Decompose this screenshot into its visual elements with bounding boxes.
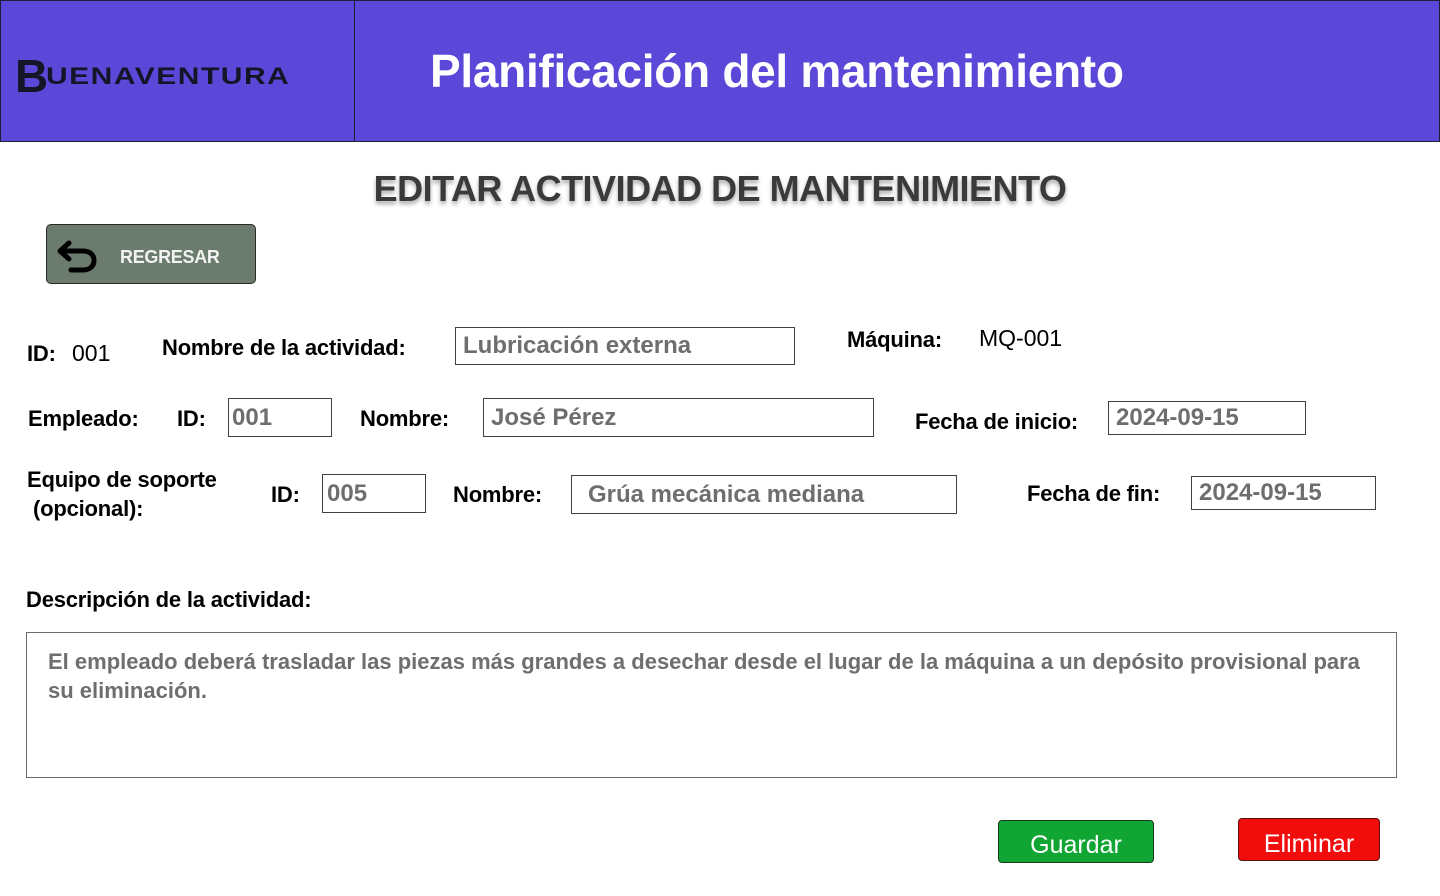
support-name-label: Nombre: [453,482,543,507]
logo-text: UENAVENTURA [46,63,291,90]
page-title: EDITAR ACTIVIDAD DE MANTENIMIENTO [373,168,1067,209]
company-logo[interactable]: B UENAVENTURA [15,53,335,99]
start-date-label: Fecha de inicio: [915,409,1079,434]
support-label-line1: Equipo de soporte [27,467,217,492]
employee-id-label: ID: [177,406,206,431]
support-label-line2: (opcional): [33,496,144,521]
activity-name-input[interactable] [455,327,795,365]
employee-name-label: Nombre: [360,406,450,431]
employee-name-input[interactable] [483,398,874,437]
back-button[interactable]: REGRESAR [46,224,256,284]
app-header: B UENAVENTURA Planificación del mantenim… [0,0,1440,142]
end-date-input[interactable] [1191,476,1376,510]
end-date-label: Fecha de fin: [1027,481,1161,506]
app-title: Planificación del mantenimiento [430,45,1124,97]
logo-initial: B [15,50,48,102]
start-date-input[interactable] [1108,401,1306,435]
description-label: Descripción de la actividad: [26,587,312,612]
undo-arrow-icon [57,240,97,273]
activity-name-label: Nombre de la actividad: [162,335,406,360]
employee-id-input[interactable] [228,398,332,437]
machine-label: Máquina: [847,327,942,352]
logo-container: B UENAVENTURA [1,1,355,141]
description-textarea[interactable]: El empleado deberá trasladar las piezas … [26,632,1397,778]
back-button-label: REGRESAR [120,247,220,267]
employee-label: Empleado: [28,406,139,431]
save-button[interactable]: Guardar [998,820,1154,863]
delete-button[interactable]: Eliminar [1238,818,1380,861]
activity-id-value: 001 [72,340,111,366]
support-id-label: ID: [271,482,300,507]
activity-id-label: ID: [27,341,56,366]
machine-value: MQ-001 [979,325,1063,351]
support-name-input[interactable] [571,475,957,514]
support-id-input[interactable] [322,474,426,513]
